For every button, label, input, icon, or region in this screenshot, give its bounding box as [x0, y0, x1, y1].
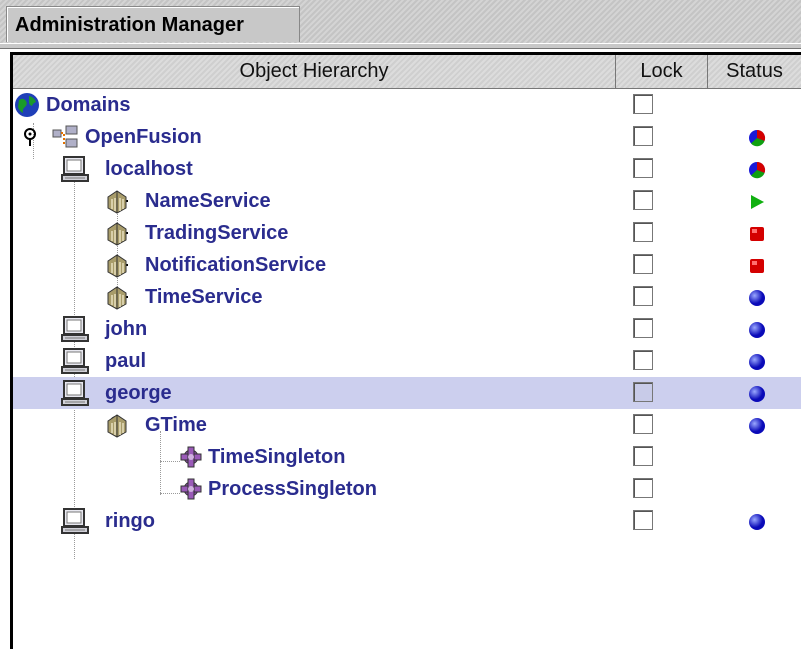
lock-checkbox[interactable] [633, 318, 653, 338]
tree-row[interactable]: NotificationService [13, 249, 801, 281]
status-stopped-icon [748, 225, 766, 243]
tree-row[interactable]: ringo [13, 505, 801, 537]
globe-icon [13, 92, 41, 118]
service-icon [103, 188, 131, 214]
computer-icon [61, 348, 89, 374]
status-idle-icon [748, 321, 766, 339]
lock-checkbox[interactable] [633, 94, 653, 114]
status-multicolor-icon [748, 161, 766, 179]
tree-item-label[interactable]: george [105, 380, 172, 406]
tree-item-label[interactable]: ProcessSingleton [208, 476, 377, 502]
tree-row[interactable]: GTime [13, 409, 801, 441]
tree-row[interactable]: Domains [13, 89, 801, 121]
tree-row[interactable]: TimeSingleton [13, 441, 801, 473]
tree-item-label[interactable]: NameService [145, 188, 271, 214]
lock-checkbox[interactable] [633, 158, 653, 178]
lock-checkbox[interactable] [633, 126, 653, 146]
tree-item-label[interactable]: TimeSingleton [208, 444, 345, 470]
tree-item-label[interactable]: NotificationService [145, 252, 326, 278]
tree-table: Object Hierarchy Lock Status Domains Open… [10, 52, 801, 649]
tree-row[interactable]: localhost [13, 153, 801, 185]
tree-item-label[interactable]: TradingService [145, 220, 288, 246]
tree-item-label[interactable]: OpenFusion [85, 124, 202, 150]
tab-strip: Administration Manager [0, 0, 801, 44]
status-idle-icon [748, 385, 766, 403]
status-idle-icon [748, 289, 766, 307]
column-header-object-hierarchy[interactable]: Object Hierarchy [13, 55, 616, 89]
network-icon [51, 124, 79, 150]
tree-item-label[interactable]: paul [105, 348, 146, 374]
status-multicolor-icon [748, 129, 766, 147]
lock-checkbox[interactable] [633, 222, 653, 242]
tree-item-label[interactable]: localhost [105, 156, 193, 182]
status-stopped-icon [748, 257, 766, 275]
status-idle-icon [748, 353, 766, 371]
lock-checkbox[interactable] [633, 414, 653, 434]
component-icon [177, 444, 205, 470]
lock-checkbox[interactable] [633, 286, 653, 306]
computer-icon [61, 380, 89, 406]
tree-item-label[interactable]: Domains [46, 92, 130, 118]
computer-icon [61, 508, 89, 534]
tree-item-label[interactable]: GTime [145, 412, 207, 438]
lock-checkbox[interactable] [633, 446, 653, 466]
lock-checkbox[interactable] [633, 350, 653, 370]
tree-row[interactable]: TimeService [13, 281, 801, 313]
computer-icon [61, 316, 89, 342]
frame-divider [0, 43, 801, 49]
tree-row[interactable]: ProcessSingleton [13, 473, 801, 505]
collapse-handle-icon[interactable] [23, 127, 49, 147]
tree-row[interactable]: OpenFusion [13, 121, 801, 153]
lock-checkbox[interactable] [633, 190, 653, 210]
tree-row[interactable]: TradingService [13, 217, 801, 249]
tree-row[interactable]: john [13, 313, 801, 345]
lock-checkbox[interactable] [633, 478, 653, 498]
lock-checkbox[interactable] [633, 510, 653, 530]
status-idle-icon [748, 513, 766, 531]
column-header-status[interactable]: Status [708, 55, 801, 89]
service-icon [103, 220, 131, 246]
status-running-icon [748, 193, 766, 211]
status-idle-icon [748, 417, 766, 435]
tree-row[interactable]: george [13, 377, 801, 409]
tree-item-label[interactable]: ringo [105, 508, 155, 534]
column-header-lock[interactable]: Lock [616, 55, 708, 89]
tab-administration-manager[interactable]: Administration Manager [6, 6, 300, 42]
service-icon [103, 412, 131, 438]
lock-checkbox[interactable] [633, 382, 653, 402]
computer-icon [61, 156, 89, 182]
tree-item-label[interactable]: john [105, 316, 147, 342]
tree-item-label[interactable]: TimeService [145, 284, 263, 310]
table-header: Object Hierarchy Lock Status [13, 55, 801, 89]
lock-checkbox[interactable] [633, 254, 653, 274]
service-icon [103, 284, 131, 310]
service-icon [103, 252, 131, 278]
tree-row[interactable]: paul [13, 345, 801, 377]
component-icon [177, 476, 205, 502]
tree-row[interactable]: NameService [13, 185, 801, 217]
